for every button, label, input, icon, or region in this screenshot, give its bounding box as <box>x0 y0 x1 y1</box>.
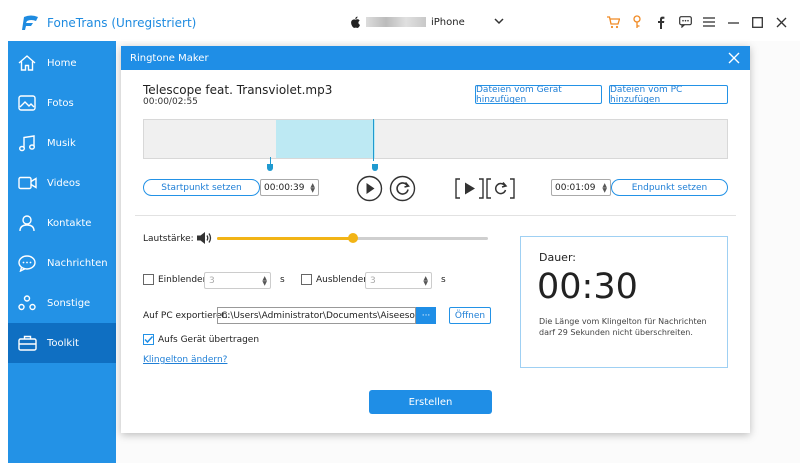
device-name: iPhone <box>431 16 465 28</box>
fade-in-spinner[interactable]: ▲ ▼ <box>262 276 267 287</box>
app-title: FoneTrans (Unregistriert) <box>47 16 197 30</box>
home-icon <box>17 53 37 73</box>
playhead-marker[interactable] <box>373 119 374 161</box>
transfer-to-device-label: Aufs Gerät übertragen <box>158 335 260 345</box>
chevron-down-icon[interactable] <box>494 18 504 25</box>
checkmark-icon <box>144 335 154 344</box>
export-path-input[interactable]: C:\Users\Administrator\Documents\Aiseeso… <box>217 307 416 324</box>
end-time-input[interactable]: 00:01:09 ▲ ▼ <box>551 179 611 196</box>
duration-panel: Dauer: 00:30 Die Länge vom Klingelton fü… <box>520 236 728 368</box>
ringtone-maker-dialog: Ringtone Maker Telescope feat. Transviol… <box>121 46 750 433</box>
close-icon[interactable] <box>774 14 788 30</box>
sidebar-item-contacts[interactable]: Kontakte <box>8 203 116 243</box>
transfer-to-device-checkbox[interactable] <box>143 334 154 345</box>
duration-value: 00:30 <box>537 267 638 307</box>
menu-icon[interactable] <box>702 14 716 30</box>
set-start-button[interactable]: Startpunkt setzen <box>143 179 260 196</box>
volume-label: Lautstärke: <box>143 234 194 244</box>
apple-icon <box>351 16 360 28</box>
start-time-spinner[interactable]: ▲ ▼ <box>310 183 315 194</box>
speaker-icon[interactable] <box>196 231 214 245</box>
title-bar: FoneTrans (Unregistriert) iPhone <box>0 0 800 46</box>
fade-out-label: Ausblenden <box>316 275 369 285</box>
other-icon <box>17 293 37 313</box>
dialog-close-icon[interactable] <box>728 52 740 64</box>
volume-slider-fill <box>217 237 353 240</box>
bracket-replay-icon <box>486 178 515 199</box>
sidebar-item-photos[interactable]: Fotos <box>8 83 116 123</box>
facebook-icon[interactable] <box>654 14 668 30</box>
fade-out-spinner[interactable]: ▲ ▼ <box>423 276 428 287</box>
fade-out-seconds-input[interactable]: 3 ▲ ▼ <box>365 272 432 289</box>
preview-play-button[interactable] <box>455 177 484 200</box>
messages-icon <box>17 253 37 273</box>
preview-replay-button[interactable] <box>486 177 515 200</box>
start-handle[interactable] <box>267 164 273 171</box>
end-time-spinner[interactable]: ▲ ▼ <box>602 183 607 194</box>
file-time: 00:00/02:55 <box>143 97 198 107</box>
dialog-header: Ringtone Maker <box>121 46 750 70</box>
videos-icon <box>17 173 37 193</box>
bracket-play-icon <box>455 178 484 199</box>
add-from-device-button[interactable]: Dateien vom Gerät hinzufügen <box>475 85 602 105</box>
set-end-button[interactable]: Endpunkt setzen <box>611 179 728 196</box>
volume-slider[interactable] <box>217 233 488 243</box>
start-time-input[interactable]: 00:00:39 ▲ ▼ <box>260 179 319 196</box>
cart-icon[interactable] <box>606 14 620 30</box>
end-handle[interactable] <box>372 164 378 171</box>
device-name-redacted <box>366 17 426 27</box>
device-selector[interactable]: iPhone <box>350 16 465 28</box>
maximize-icon[interactable] <box>750 14 764 30</box>
selected-range <box>276 120 375 158</box>
toolkit-icon <box>17 333 37 353</box>
change-ringtone-link[interactable]: Klingelton ändern? <box>143 355 227 365</box>
duration-note: Die Länge vom Klingelton für Nachrichten… <box>539 317 707 337</box>
play-button[interactable] <box>356 175 383 202</box>
fade-out-checkbox[interactable] <box>301 274 312 285</box>
minimize-icon[interactable] <box>726 14 740 30</box>
sidebar-item-music[interactable]: Musik <box>8 123 116 163</box>
add-from-pc-button[interactable]: Dateien vom PC hinzufügen <box>609 85 728 105</box>
photos-icon <box>17 93 37 113</box>
fade-out-unit: s <box>441 275 446 285</box>
waveform-track[interactable] <box>143 119 728 159</box>
sidebar-item-other[interactable]: Sonstige <box>8 283 116 323</box>
sidebar-item-toolkit[interactable]: Toolkit <box>8 323 116 363</box>
sidebar-item-videos[interactable]: Videos <box>8 163 116 203</box>
section-divider <box>135 215 736 216</box>
fade-in-label: Einblenden <box>158 275 209 285</box>
file-name: Telescope feat. Transviolet.mp3 <box>143 83 333 97</box>
browse-button[interactable]: ··· <box>416 307 436 324</box>
create-button[interactable]: Erstellen <box>369 390 492 414</box>
replay-button[interactable] <box>389 175 416 202</box>
sidebar-item-messages[interactable]: Nachrichten <box>8 243 116 283</box>
fade-in-seconds-input[interactable]: 3 ▲ ▼ <box>204 272 271 289</box>
duration-label: Dauer: <box>539 251 576 264</box>
sidebar-item-home[interactable]: Home <box>8 43 116 83</box>
key-icon[interactable] <box>630 14 644 30</box>
fade-in-checkbox[interactable] <box>143 274 154 285</box>
dialog-title: Ringtone Maker <box>130 52 209 64</box>
play-icon <box>356 175 383 202</box>
contacts-icon <box>17 213 37 233</box>
sidebar: Home Fotos Musik Videos Kontakte Nachric… <box>8 41 116 463</box>
feedback-icon[interactable] <box>678 14 692 30</box>
fade-in-unit: s <box>280 275 285 285</box>
volume-slider-knob[interactable] <box>348 233 358 243</box>
fonetrans-logo-icon <box>22 15 38 30</box>
music-icon <box>17 133 37 153</box>
open-folder-button[interactable]: Öffnen <box>449 307 491 324</box>
replay-icon <box>389 175 416 202</box>
